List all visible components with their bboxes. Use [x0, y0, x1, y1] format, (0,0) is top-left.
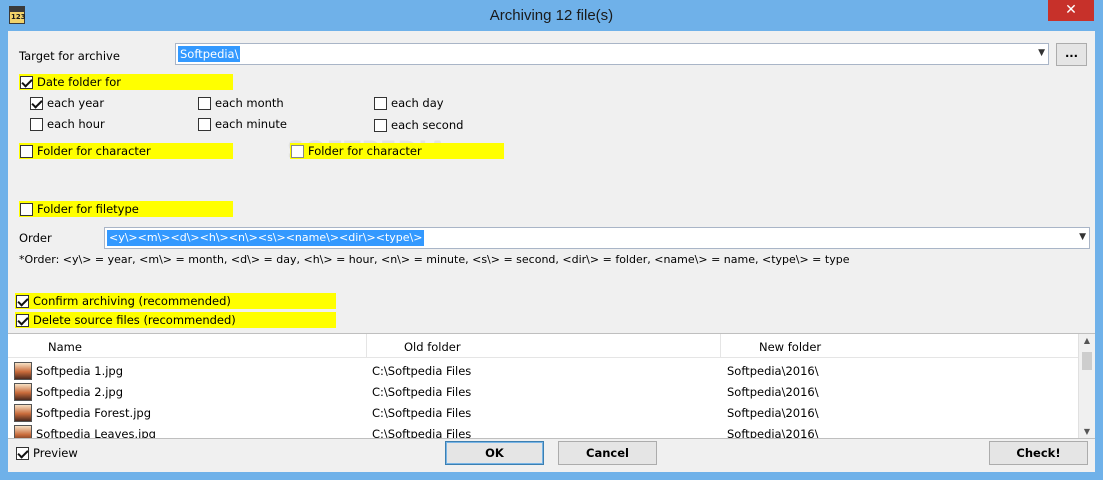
checkbox-box[interactable] [30, 96, 43, 110]
browse-button[interactable]: ... [1056, 43, 1087, 66]
scroll-thumb[interactable] [1082, 352, 1092, 370]
scroll-down-icon[interactable]: ▼ [1079, 427, 1095, 436]
checkbox-box[interactable] [30, 117, 43, 131]
order-value: <y\><m\><d\><h\><n\><s\><name\><dir\><ty… [107, 230, 425, 246]
image-file-icon [14, 425, 32, 438]
new-folder: Softpedia\2016\ [727, 427, 819, 439]
folder-character-checkbox-1[interactable]: Folder for character [20, 143, 151, 159]
image-file-icon [14, 404, 32, 422]
image-file-icon [14, 362, 32, 380]
file-name: Softpedia Forest.jpg [36, 406, 152, 420]
folder-character-label-2: Folder for character [308, 144, 422, 158]
file-name: Softpedia 2.jpg [36, 385, 124, 399]
table-row[interactable]: Softpedia 1.jpg C:\Softpedia Files Softp… [8, 361, 1078, 382]
folder-filetype-label: Folder for filetype [37, 202, 139, 216]
checkbox-box[interactable] [20, 144, 33, 158]
each-day-checkbox[interactable]: each day [374, 95, 444, 111]
checkbox-box[interactable] [16, 313, 29, 327]
archiving-dialog: 123 Archiving 12 file(s) ✕ Target for ar… [0, 0, 1103, 480]
window-title: Archiving 12 file(s) [489, 7, 614, 24]
target-combo[interactable]: Softpedia\ ▼ [175, 43, 1049, 65]
checkbox-box[interactable] [291, 144, 304, 158]
column-header-old-folder[interactable]: Old folder [404, 340, 461, 354]
checkbox-box[interactable] [198, 96, 211, 110]
checkbox-box[interactable] [374, 118, 387, 132]
checkbox-box[interactable] [16, 294, 29, 308]
old-folder: C:\Softpedia Files [372, 364, 472, 378]
each-day-label: each day [391, 96, 444, 110]
table-row[interactable]: Softpedia Forest.jpg C:\Softpedia Files … [8, 403, 1078, 424]
date-folder-checkbox[interactable]: Date folder for [20, 74, 121, 90]
folder-character-checkbox-2[interactable]: Folder for character [291, 143, 422, 159]
table-row[interactable]: Softpedia Leaves.jpg C:\Softpedia Files … [8, 424, 1078, 439]
delete-source-checkbox[interactable]: Delete source files (recommended) [16, 312, 236, 328]
checkbox-box[interactable] [20, 202, 33, 216]
target-value: Softpedia\ [178, 46, 241, 62]
file-name: Softpedia Leaves.jpg [36, 427, 156, 439]
order-combo[interactable]: <y\><m\><d\><h\><n\><s\><name\><dir\><ty… [104, 227, 1090, 249]
delete-source-label: Delete source files (recommended) [33, 313, 236, 327]
ok-button[interactable]: OK [445, 441, 544, 465]
each-year-label: each year [47, 96, 105, 110]
new-folder: Softpedia\2016\ [727, 385, 819, 399]
folder-character-label-1: Folder for character [37, 144, 151, 158]
close-button[interactable]: ✕ [1048, 0, 1094, 21]
dialog-body: Target for archive Softpedia\ ▼ ... Date… [8, 31, 1095, 472]
confirm-archiving-checkbox[interactable]: Confirm archiving (recommended) [16, 293, 231, 309]
chevron-down-icon[interactable]: ▼ [1079, 232, 1086, 242]
date-folder-label: Date folder for [37, 75, 121, 89]
confirm-archiving-label: Confirm archiving (recommended) [33, 294, 231, 308]
checkbox-box[interactable] [374, 96, 387, 110]
vertical-scrollbar[interactable]: ▲ ▼ [1078, 334, 1095, 438]
order-label: Order [19, 231, 52, 245]
target-label: Target for archive [19, 49, 120, 63]
each-month-checkbox[interactable]: each month [198, 95, 284, 111]
each-second-label: each second [391, 118, 464, 132]
each-year-checkbox[interactable]: each year [30, 95, 104, 111]
column-header-name[interactable]: Name [48, 340, 82, 354]
each-hour-checkbox[interactable]: each hour [30, 116, 105, 132]
checkbox-box[interactable] [198, 117, 211, 131]
each-month-label: each month [215, 96, 284, 110]
new-folder: Softpedia\2016\ [727, 364, 819, 378]
each-hour-label: each hour [47, 117, 105, 131]
check-button[interactable]: Check! [989, 441, 1088, 465]
file-name: Softpedia 1.jpg [36, 364, 124, 378]
old-folder: C:\Softpedia Files [372, 406, 472, 420]
list-header: Name Old folder New folder [8, 334, 1078, 358]
new-folder: Softpedia\2016\ [727, 406, 819, 420]
old-folder: C:\Softpedia Files [372, 385, 472, 399]
folder-filetype-checkbox[interactable]: Folder for filetype [20, 201, 139, 217]
scroll-up-icon[interactable]: ▲ [1079, 336, 1095, 345]
old-folder: C:\Softpedia Files [372, 427, 472, 439]
title-bar[interactable]: 123 Archiving 12 file(s) ✕ [0, 0, 1103, 31]
preview-label: Preview [33, 446, 78, 460]
chevron-down-icon[interactable]: ▼ [1038, 48, 1045, 58]
column-header-new-folder[interactable]: New folder [759, 340, 821, 354]
cancel-button[interactable]: Cancel [558, 441, 657, 465]
each-minute-checkbox[interactable]: each minute [198, 116, 287, 132]
file-list[interactable]: Name Old folder New folder Softpedia 1.j… [8, 333, 1095, 439]
image-file-icon [14, 383, 32, 401]
each-minute-label: each minute [215, 117, 287, 131]
checkbox-box[interactable] [16, 446, 29, 460]
table-row[interactable]: Softpedia 2.jpg C:\Softpedia Files Softp… [8, 382, 1078, 403]
checkbox-box[interactable] [20, 75, 33, 89]
preview-checkbox[interactable]: Preview [16, 445, 78, 461]
each-second-checkbox[interactable]: each second [374, 117, 463, 133]
order-help-text: *Order: <y\> = year, <m\> = month, <d\> … [19, 253, 850, 266]
